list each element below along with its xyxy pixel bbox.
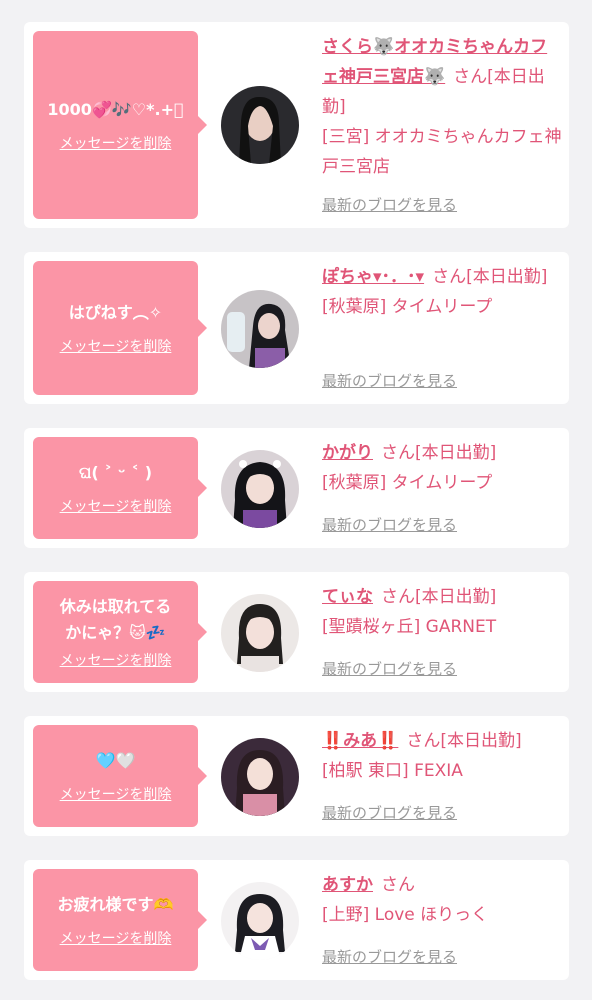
cast-name-link[interactable]: あすか	[322, 875, 373, 895]
message-card: ଘ( ˃ ᵕ ˂ ) メッセージを削除 かがり さん[本日出勤] [秋葉原] タイ…	[24, 428, 569, 548]
cast-info: かがり さん[本日出勤] [秋葉原] タイムリープ	[322, 438, 562, 498]
avatar[interactable]	[221, 290, 299, 368]
avatar[interactable]	[221, 86, 299, 164]
latest-blog-link[interactable]: 最新のブログを見る	[322, 514, 457, 535]
message-card: 1000💞🎶♡*.+ﾟ メッセージを削除 さくら🐺オオカミちゃんカフェ神戸三宮店…	[24, 22, 569, 228]
message-text: ଘ( ˃ ᵕ ˂ )	[78, 463, 153, 482]
cast-status: さん[本日出勤]	[381, 443, 497, 463]
cast-name-link[interactable]: かがり	[322, 443, 373, 463]
message-text: はぴねす︵✧	[68, 303, 163, 322]
message-text: 🩵🤍	[95, 751, 136, 770]
cast-status: さん[本日出勤]	[381, 587, 497, 607]
cast-info: てぃな さん[本日出勤] [聖蹟桜ヶ丘] GARNET	[322, 582, 562, 642]
message-bubble: ଘ( ˃ ᵕ ˂ ) メッセージを削除	[33, 437, 207, 539]
message-card: 休みは取れてるかにゃ？🐱💤 メッセージを削除 てぃな さん[本日出勤] [聖蹟桜ヶ…	[24, 572, 569, 692]
delete-message-link[interactable]: メッセージを削除	[60, 496, 172, 516]
avatar[interactable]	[221, 882, 299, 960]
message-card: はぴねす︵✧ メッセージを削除 ぽちゃ▾･．･▾ さん[本日出勤] [秋葉原] タ…	[24, 252, 569, 404]
avatar[interactable]	[221, 450, 299, 528]
message-card: お疲れ様です🫶 メッセージを削除 あすか さん [上野] Love ほりっく 最新…	[24, 860, 569, 980]
cast-name-link[interactable]: ぽちゃ▾･．･▾	[322, 267, 424, 287]
cast-name-link[interactable]: てぃな	[322, 587, 373, 607]
message-card: 🩵🤍 メッセージを削除 ‼️みあ‼️ さん[本日出勤] [柏駅 東口] FEXIA…	[24, 716, 569, 836]
cast-info: あすか さん [上野] Love ほりっく	[322, 870, 562, 930]
message-text: 1000💞🎶♡*.+ﾟ	[47, 100, 184, 119]
delete-message-link[interactable]: メッセージを削除	[60, 784, 172, 804]
message-text: 休みは取れてるかにゃ？🐱💤	[59, 597, 172, 642]
shop-location: [三宮] オオカミちゃんカフェ神戸三宮店	[322, 127, 562, 177]
cast-status: さん[本日出勤]	[432, 267, 548, 287]
latest-blog-link[interactable]: 最新のブログを見る	[322, 194, 457, 215]
cast-info: ぽちゃ▾･．･▾ さん[本日出勤] [秋葉原] タイムリープ	[322, 262, 562, 322]
shop-location: [上野] Love ほりっく	[322, 905, 489, 925]
message-bubble: 1000💞🎶♡*.+ﾟ メッセージを削除	[33, 31, 207, 219]
latest-blog-link[interactable]: 最新のブログを見る	[322, 370, 457, 391]
cast-name-link[interactable]: ‼️みあ‼️	[322, 731, 398, 751]
latest-blog-link[interactable]: 最新のブログを見る	[322, 658, 457, 679]
message-text: お疲れ様です🫶	[57, 895, 174, 914]
message-bubble: 🩵🤍 メッセージを削除	[33, 725, 207, 827]
latest-blog-link[interactable]: 最新のブログを見る	[322, 802, 457, 823]
avatar[interactable]	[221, 738, 299, 816]
avatar[interactable]	[221, 594, 299, 672]
cast-status: さん	[381, 875, 415, 895]
message-bubble: お疲れ様です🫶 メッセージを削除	[33, 869, 207, 971]
shop-location: [秋葉原] タイムリープ	[322, 297, 493, 317]
shop-location: [聖蹟桜ヶ丘] GARNET	[322, 617, 497, 637]
latest-blog-link[interactable]: 最新のブログを見る	[322, 946, 457, 967]
message-bubble: はぴねす︵✧ メッセージを削除	[33, 261, 207, 395]
delete-message-link[interactable]: メッセージを削除	[60, 336, 172, 356]
message-bubble: 休みは取れてるかにゃ？🐱💤 メッセージを削除	[33, 581, 207, 683]
delete-message-link[interactable]: メッセージを削除	[60, 650, 172, 670]
shop-location: [秋葉原] タイムリープ	[322, 473, 493, 493]
shop-location: [柏駅 東口] FEXIA	[322, 761, 463, 781]
cast-info: さくら🐺オオカミちゃんカフェ神戸三宮店🐺 さん[本日出勤] [三宮] オオカミちゃ…	[322, 32, 562, 182]
cast-info: ‼️みあ‼️ さん[本日出勤] [柏駅 東口] FEXIA	[322, 726, 562, 786]
cast-status: さん[本日出勤]	[406, 731, 522, 751]
delete-message-link[interactable]: メッセージを削除	[60, 928, 172, 948]
delete-message-link[interactable]: メッセージを削除	[60, 133, 172, 153]
